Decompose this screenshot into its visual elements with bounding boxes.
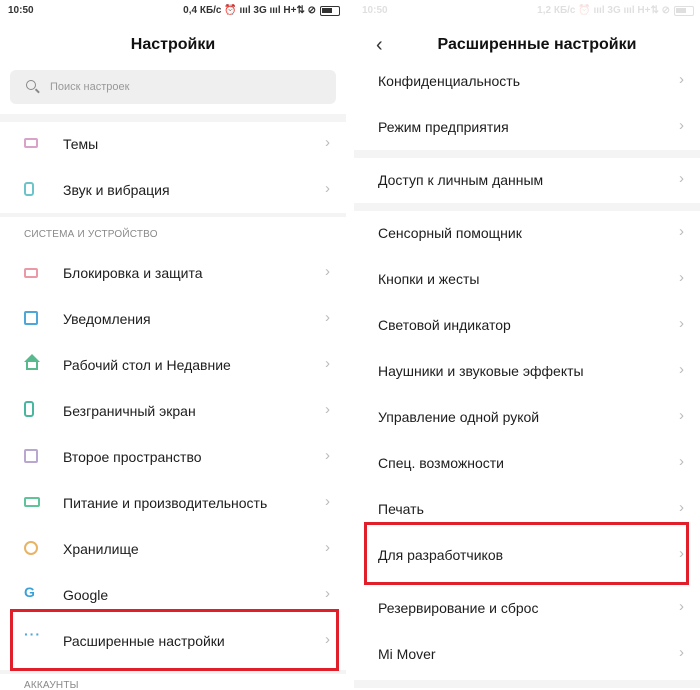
chevron-right-icon: › [325, 447, 330, 464]
highlight-box [10, 609, 339, 671]
lock-icon [24, 268, 38, 278]
settings-item-label: Резервирование и сброс [378, 600, 539, 616]
chevron-right-icon: › [325, 134, 330, 151]
settings-item-mi-mover[interactable]: Mi Mover › [354, 631, 700, 677]
page-title: Расширенные настройки [437, 36, 637, 53]
settings-item-label: Mi Mover [378, 646, 436, 662]
chevron-right-icon: › [325, 263, 330, 280]
settings-item-touch-assistant[interactable]: Сенсорный помощник › [354, 210, 700, 256]
settings-item-enterprise[interactable]: Режим предприятия › [354, 104, 700, 150]
settings-item-label: Хранилище [63, 541, 139, 557]
chevron-right-icon: › [679, 223, 684, 240]
settings-item-headphones[interactable]: Наушники и звуковые эффекты › [354, 348, 700, 394]
settings-item-sound[interactable]: Звук и вибрация › [0, 167, 346, 213]
chevron-right-icon: › [325, 401, 330, 418]
chevron-right-icon: › [679, 71, 684, 88]
divider [0, 213, 346, 217]
chevron-right-icon: › [679, 644, 684, 661]
section-header-system: СИСТЕМА И УСТРОЙСТВО [24, 229, 158, 240]
settings-item-notifications[interactable]: Уведомления › [0, 296, 346, 342]
settings-item-buttons-gestures[interactable]: Кнопки и жесты › [354, 256, 700, 302]
settings-item-label: Наушники и звуковые эффекты [378, 363, 584, 379]
settings-item-fullscreen[interactable]: Безграничный экран › [0, 388, 346, 434]
settings-item-one-hand[interactable]: Управление одной рукой › [354, 394, 700, 440]
settings-item-label: Управление одной рукой [378, 409, 540, 425]
chevron-right-icon: › [325, 355, 330, 372]
chevron-right-icon: › [325, 493, 330, 510]
settings-item-label: Звук и вибрация [63, 182, 170, 198]
search-input[interactable]: Поиск настроек [10, 70, 336, 104]
screen-icon [24, 401, 34, 417]
settings-item-label: Сенсорный помощник [378, 225, 522, 241]
settings-item-label: Рабочий стол и Недавние [63, 357, 231, 373]
settings-item-lock[interactable]: Блокировка и защита › [0, 250, 346, 296]
chevron-right-icon: › [679, 499, 684, 516]
highlight-box [364, 522, 689, 585]
notification-icon [24, 311, 38, 325]
chevron-right-icon: › [325, 180, 330, 197]
chevron-right-icon: › [679, 361, 684, 378]
chevron-right-icon: › [679, 407, 684, 424]
sound-icon [24, 182, 34, 196]
advanced-settings-screen: 10:50 1,2 КБ/с ⏰ ıııl 3G ıııl H+⇅ ⊘ ‹ Ра… [354, 0, 700, 690]
status-icons: 0,4 КБ/с ⏰ ıııl 3G ıııl H+⇅ ⊘ [183, 5, 316, 16]
search-icon [26, 80, 36, 90]
status-icons: 1,2 КБ/с ⏰ ıııl 3G ıııl H+⇅ ⊘ [537, 5, 670, 16]
battery-icon [320, 5, 340, 16]
settings-item-label: Спец. возможности [378, 455, 504, 471]
second-space-icon [24, 449, 38, 463]
settings-item-label: Второе пространство [63, 449, 202, 465]
settings-item-label: Печать [378, 501, 424, 517]
chevron-right-icon: › [679, 170, 684, 187]
theme-icon [24, 138, 38, 148]
settings-item-label: Блокировка и защита [63, 265, 203, 281]
settings-item-backup[interactable]: Резервирование и сброс › [354, 585, 700, 631]
home-icon [24, 354, 40, 362]
chevron-right-icon: › [325, 539, 330, 556]
settings-item-second-space[interactable]: Второе пространство › [0, 434, 346, 480]
chevron-right-icon: › [679, 598, 684, 615]
settings-item-personal-data[interactable]: Доступ к личным данным › [354, 157, 700, 203]
settings-item-label: Уведомления [63, 311, 151, 327]
settings-screen: 10:50 0,4 КБ/с ⏰ ıııl 3G ıııl H+⇅ ⊘ Наст… [0, 0, 346, 690]
settings-item-privacy[interactable]: Конфиденциальность › [354, 58, 700, 104]
battery-icon [674, 5, 694, 16]
settings-item-label: Google [63, 587, 109, 603]
settings-item-led[interactable]: Световой индикатор › [354, 302, 700, 348]
search-placeholder: Поиск настроек [50, 81, 130, 93]
settings-item-label: Питание и производительность [63, 495, 268, 511]
settings-item-themes[interactable]: Темы › [0, 121, 346, 167]
divider [354, 680, 700, 688]
chevron-right-icon: › [679, 269, 684, 286]
settings-item-label: Темы [63, 136, 99, 152]
settings-item-battery[interactable]: Питание и производительность › [0, 480, 346, 526]
google-icon: G [24, 584, 35, 600]
settings-item-storage[interactable]: Хранилище › [0, 526, 346, 572]
chevron-right-icon: › [679, 117, 684, 134]
settings-item-label: Доступ к личным данным [378, 172, 544, 188]
status-bar: 10:50 1,2 КБ/с ⏰ ıııl 3G ıııl H+⇅ ⊘ [354, 0, 700, 22]
settings-item-label: Конфиденциальность [378, 73, 521, 89]
settings-item-label: Безграничный экран [63, 403, 196, 419]
section-header-accounts: АККАУНТЫ [24, 680, 79, 690]
status-bar: 10:50 0,4 КБ/с ⏰ ıııl 3G ıııl H+⇅ ⊘ [0, 0, 346, 22]
settings-item-home[interactable]: Рабочий стол и Недавние › [0, 342, 346, 388]
chevron-right-icon: › [325, 585, 330, 602]
chevron-right-icon: › [679, 453, 684, 470]
settings-item-label: Световой индикатор [378, 317, 511, 333]
battery-performance-icon [24, 497, 40, 507]
settings-item-label: Кнопки и жесты [378, 271, 480, 287]
status-time: 10:50 [8, 5, 34, 16]
settings-item-label: Режим предприятия [378, 119, 509, 135]
home-icon-base [26, 362, 38, 370]
storage-icon [24, 541, 38, 555]
chevron-right-icon: › [679, 315, 684, 332]
page-title: Настройки [130, 36, 216, 53]
chevron-right-icon: › [325, 309, 330, 326]
settings-item-accessibility[interactable]: Спец. возможности › [354, 440, 700, 486]
status-time: 10:50 [362, 5, 388, 16]
